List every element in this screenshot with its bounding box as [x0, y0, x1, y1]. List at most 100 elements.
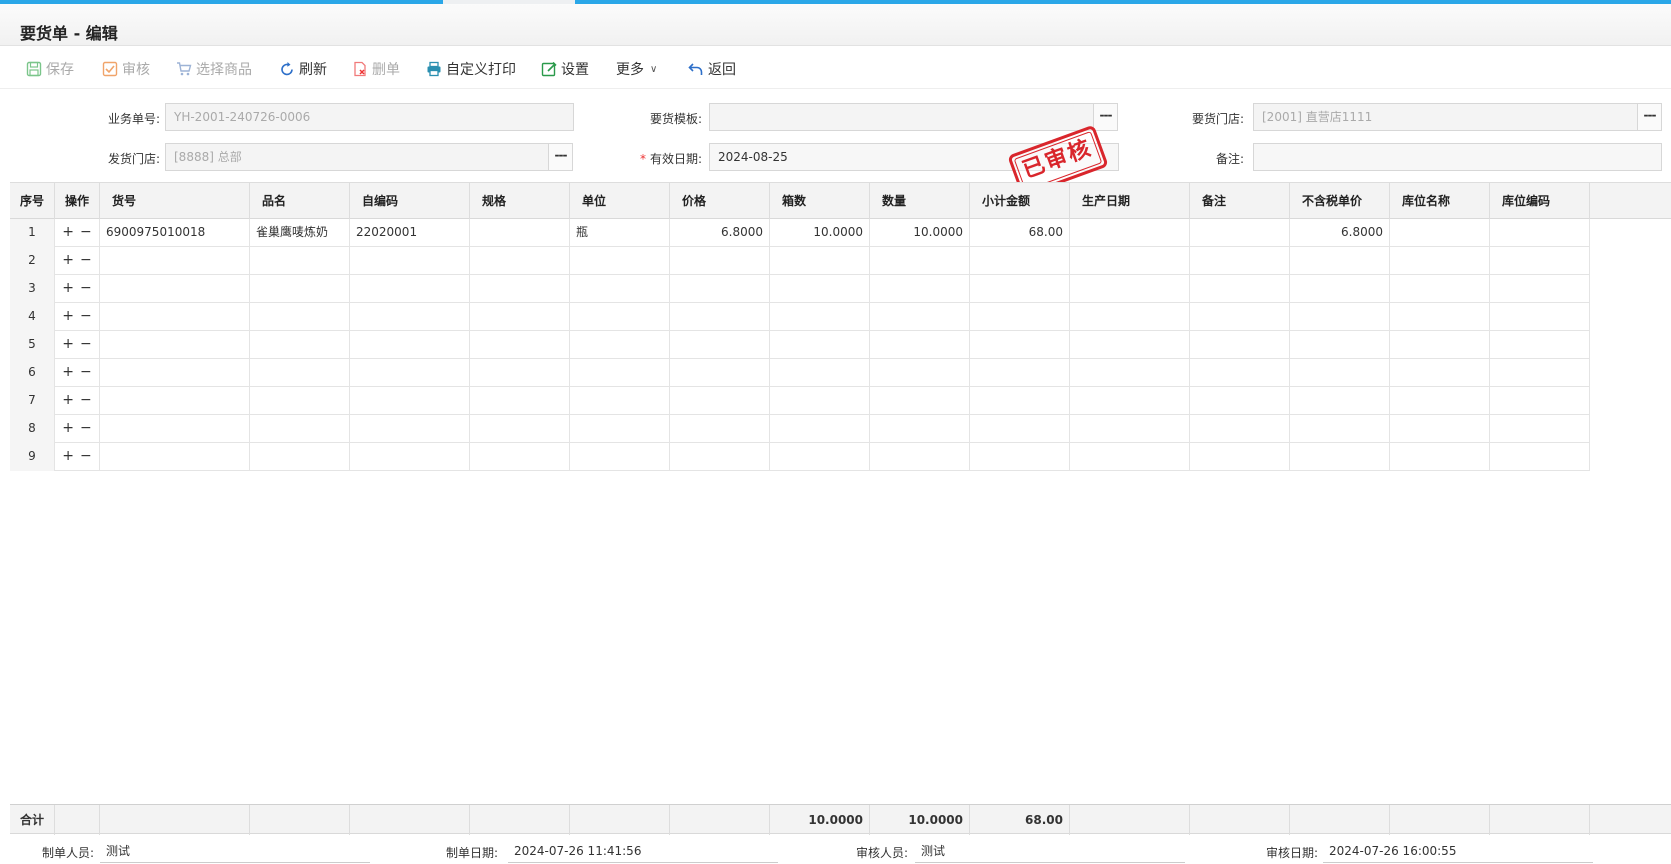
cell-self-code[interactable] [350, 331, 470, 359]
cell-loc-code[interactable] [1490, 443, 1590, 471]
cell-code[interactable]: 6900975010018 [100, 219, 250, 247]
cell-unit[interactable] [570, 275, 670, 303]
cell-price[interactable] [670, 331, 770, 359]
cell-code[interactable] [100, 303, 250, 331]
cell-loc-code[interactable] [1490, 275, 1590, 303]
cell-name[interactable] [250, 359, 350, 387]
cell-price[interactable] [670, 247, 770, 275]
cell-price[interactable] [670, 275, 770, 303]
cell-boxes[interactable] [770, 387, 870, 415]
cell-remark[interactable] [1190, 387, 1290, 415]
cell-name[interactable] [250, 443, 350, 471]
cell-remark[interactable] [1190, 331, 1290, 359]
cell-self-code[interactable] [350, 443, 470, 471]
remark-field[interactable] [1253, 143, 1662, 171]
cell-untaxed-price[interactable] [1290, 359, 1390, 387]
cell-remark[interactable] [1190, 303, 1290, 331]
cell-spec[interactable] [470, 275, 570, 303]
cell-qty[interactable] [870, 443, 970, 471]
cell-unit[interactable] [570, 359, 670, 387]
cell-code[interactable] [100, 359, 250, 387]
col-remark[interactable]: 备注 [1190, 183, 1290, 219]
cell-spec[interactable] [470, 415, 570, 443]
cell-qty[interactable] [870, 331, 970, 359]
audit-button[interactable]: 审核 [102, 59, 150, 79]
cell-subtotal[interactable] [970, 443, 1070, 471]
cell-name[interactable] [250, 387, 350, 415]
cell-spec[interactable] [470, 331, 570, 359]
cell-spec[interactable] [470, 219, 570, 247]
cell-loc-code[interactable] [1490, 219, 1590, 247]
cell-boxes[interactable] [770, 275, 870, 303]
remove-row-icon[interactable]: − [80, 224, 92, 240]
cell-loc-name[interactable] [1390, 415, 1490, 443]
cell-prod-date[interactable] [1070, 331, 1190, 359]
cell-loc-code[interactable] [1490, 247, 1590, 275]
cell-code[interactable] [100, 387, 250, 415]
col-prod-date[interactable]: 生产日期 [1070, 183, 1190, 219]
cell-name[interactable] [250, 275, 350, 303]
cell-self-code[interactable] [350, 303, 470, 331]
cell-subtotal[interactable]: 68.00 [970, 219, 1070, 247]
cell-qty[interactable] [870, 359, 970, 387]
cell-prod-date[interactable] [1070, 443, 1190, 471]
cell-price[interactable] [670, 443, 770, 471]
more-dropdown[interactable]: 更多 ∨ [616, 59, 657, 79]
cell-loc-code[interactable] [1490, 303, 1590, 331]
cell-name[interactable] [250, 303, 350, 331]
cell-loc-code[interactable] [1490, 331, 1590, 359]
cell-untaxed-price[interactable] [1290, 415, 1390, 443]
cell-untaxed-price[interactable] [1290, 331, 1390, 359]
col-loc-code[interactable]: 库位编码 [1490, 183, 1590, 219]
cell-code[interactable] [100, 415, 250, 443]
order-no-field[interactable]: YH-2001-240726-0006 [165, 103, 574, 131]
col-subtotal[interactable]: 小计金额 [970, 183, 1070, 219]
cell-qty[interactable] [870, 303, 970, 331]
remove-row-icon[interactable]: − [80, 336, 92, 352]
cell-unit[interactable] [570, 331, 670, 359]
cell-unit[interactable] [570, 443, 670, 471]
cell-boxes[interactable] [770, 303, 870, 331]
remove-row-icon[interactable]: − [80, 252, 92, 268]
cell-name[interactable] [250, 415, 350, 443]
cell-remark[interactable] [1190, 443, 1290, 471]
cell-boxes[interactable] [770, 415, 870, 443]
cell-subtotal[interactable] [970, 247, 1070, 275]
cell-qty[interactable] [870, 387, 970, 415]
cell-boxes[interactable] [770, 359, 870, 387]
cell-qty[interactable]: 10.0000 [870, 219, 970, 247]
back-button[interactable]: 返回 [688, 59, 736, 79]
cell-self-code[interactable] [350, 247, 470, 275]
cell-price[interactable] [670, 359, 770, 387]
cell-prod-date[interactable] [1070, 303, 1190, 331]
add-row-icon[interactable]: + [62, 224, 74, 240]
custom-print-button[interactable]: 自定义打印 [426, 59, 516, 79]
cell-qty[interactable] [870, 247, 970, 275]
ship-store-field[interactable]: [8888] 总部 [165, 143, 549, 171]
cell-boxes[interactable] [770, 443, 870, 471]
cell-untaxed-price[interactable] [1290, 247, 1390, 275]
cell-loc-name[interactable] [1390, 443, 1490, 471]
cell-price[interactable] [670, 303, 770, 331]
cell-self-code[interactable] [350, 387, 470, 415]
cell-prod-date[interactable] [1070, 247, 1190, 275]
table-row[interactable]: 1 + −6900975010018 雀巢鹰唛炼奶 22020001 瓶 6.8000 10.… [10, 219, 1590, 247]
cell-loc-name[interactable] [1390, 303, 1490, 331]
cell-subtotal[interactable] [970, 415, 1070, 443]
cell-loc-name[interactable] [1390, 247, 1490, 275]
cell-name[interactable]: 雀巢鹰唛炼奶 [250, 219, 350, 247]
cell-spec[interactable] [470, 247, 570, 275]
cell-remark[interactable] [1190, 275, 1290, 303]
cell-spec[interactable] [470, 359, 570, 387]
cell-loc-name[interactable] [1390, 331, 1490, 359]
cell-remark[interactable] [1190, 359, 1290, 387]
cell-code[interactable] [100, 275, 250, 303]
cell-spec[interactable] [470, 387, 570, 415]
table-row[interactable]: 6 + − [10, 359, 1590, 387]
remove-row-icon[interactable]: − [80, 392, 92, 408]
cell-code[interactable] [100, 331, 250, 359]
cell-price[interactable] [670, 415, 770, 443]
cell-self-code[interactable] [350, 275, 470, 303]
template-picker-button[interactable]: --- [1093, 103, 1118, 131]
cell-untaxed-price[interactable] [1290, 303, 1390, 331]
